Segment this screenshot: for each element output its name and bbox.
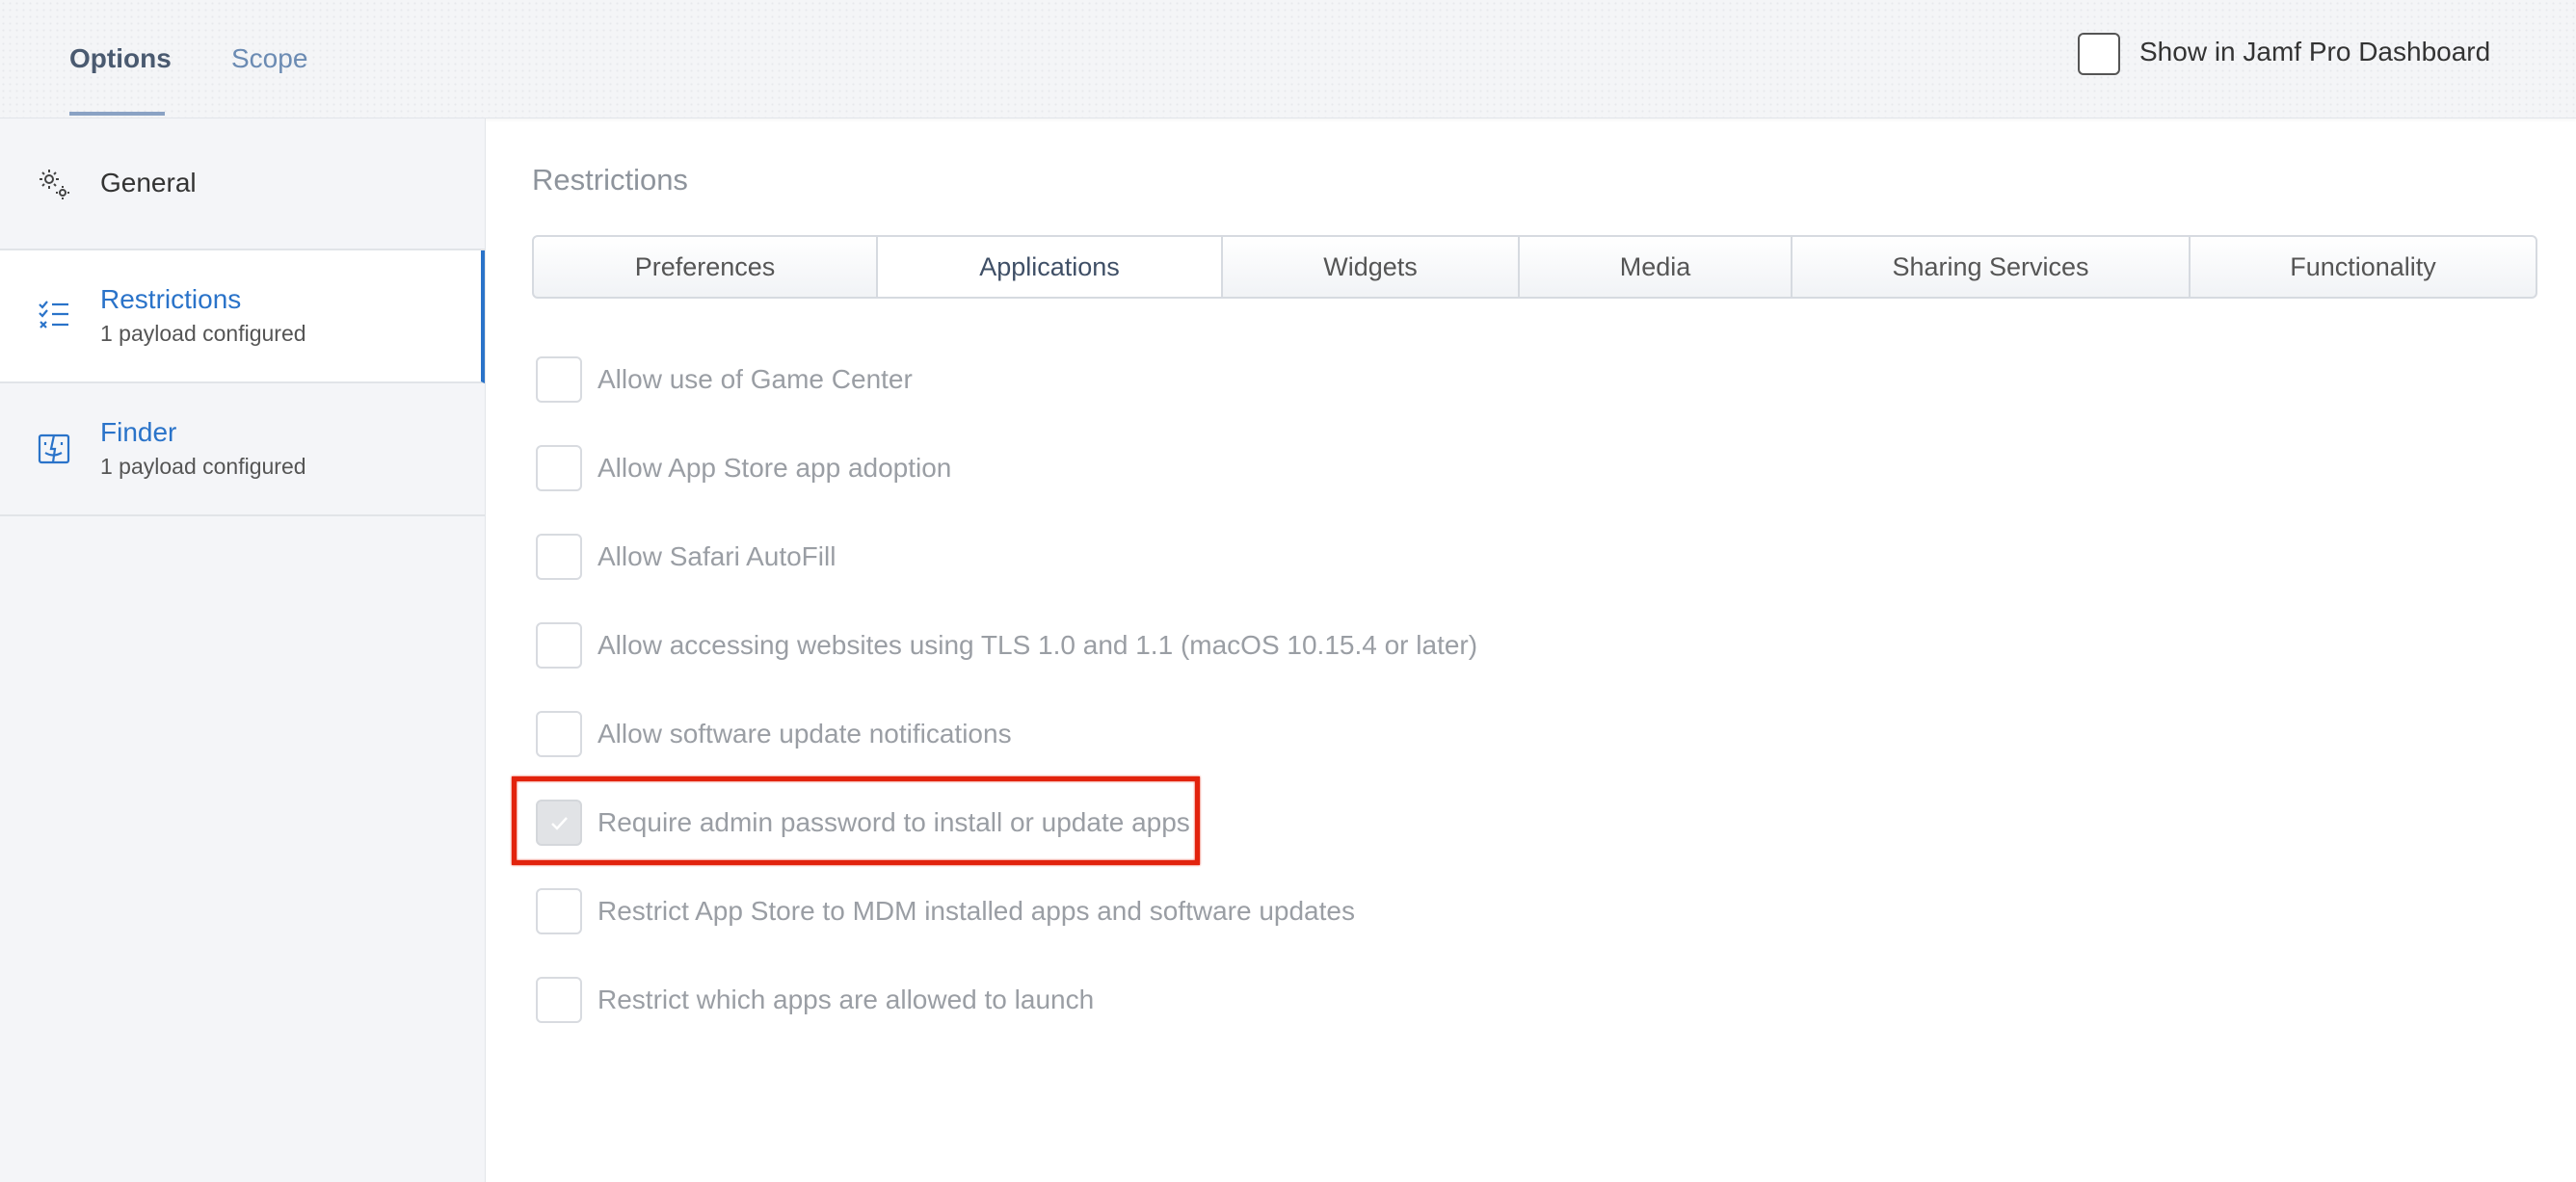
sidebar-item-label: Restrictions (100, 284, 242, 314)
option-checkbox[interactable] (536, 622, 582, 669)
sidebar-item-restrictions[interactable]: Restrictions 1 payload configured (0, 250, 485, 383)
option-label: Restrict which apps are allowed to launc… (598, 985, 1095, 1014)
option-checkbox[interactable] (536, 888, 582, 934)
tab-scope[interactable]: Scope (231, 41, 307, 76)
option-checkbox[interactable] (536, 534, 582, 580)
option-checkbox[interactable] (536, 356, 582, 403)
annotation-highlight-box (512, 776, 1200, 865)
option-label: Allow software update notifications (598, 719, 1012, 749)
sidebar: General Restrictions 1 payload configure… (0, 118, 486, 1182)
option-label: Restrict App Store to MDM installed apps… (598, 896, 1355, 926)
top-bar: Options Scope Show in Jamf Pro Dashboard (0, 0, 2576, 118)
option-checkbox[interactable] (536, 711, 582, 757)
finder-icon (38, 433, 70, 464)
option-label: Allow Safari AutoFill (598, 541, 837, 571)
sidebar-item-general[interactable]: General (0, 118, 485, 250)
show-in-dashboard-checkbox[interactable] (2078, 33, 2120, 75)
sidebar-item-subtitle: 1 payload configured (100, 454, 306, 479)
option-label: Allow use of Game Center (598, 364, 913, 394)
tab-widgets[interactable]: Widgets (1223, 237, 1520, 297)
option-label: Allow accessing websites using TLS 1.0 a… (598, 630, 1478, 660)
sidebar-item-finder[interactable]: Finder 1 payload configured (0, 383, 485, 516)
sidebar-item-label: General (100, 168, 197, 197)
option-checkbox[interactable] (536, 445, 582, 491)
active-tab-underline (69, 112, 165, 116)
tab-functionality[interactable]: Functionality (2191, 237, 2536, 297)
restriction-tabs: Preferences Applications Widgets Media S… (532, 235, 2537, 299)
sidebar-item-label: Finder (100, 417, 177, 447)
option-label: Allow App Store app adoption (598, 453, 952, 483)
tab-applications[interactable]: Applications (878, 237, 1223, 297)
sidebar-item-subtitle: 1 payload configured (100, 321, 306, 346)
option-checkbox[interactable] (536, 977, 582, 1023)
show-in-dashboard-label: Show in Jamf Pro Dashboard (2139, 37, 2491, 66)
tab-preferences[interactable]: Preferences (534, 237, 878, 297)
tab-media[interactable]: Media (1520, 237, 1793, 297)
gear-icon (40, 170, 69, 199)
tab-sharing-services[interactable]: Sharing Services (1793, 237, 2191, 297)
checklist-icon (39, 301, 68, 328)
section-title: Restrictions (532, 163, 688, 197)
tab-options[interactable]: Options (69, 41, 172, 76)
